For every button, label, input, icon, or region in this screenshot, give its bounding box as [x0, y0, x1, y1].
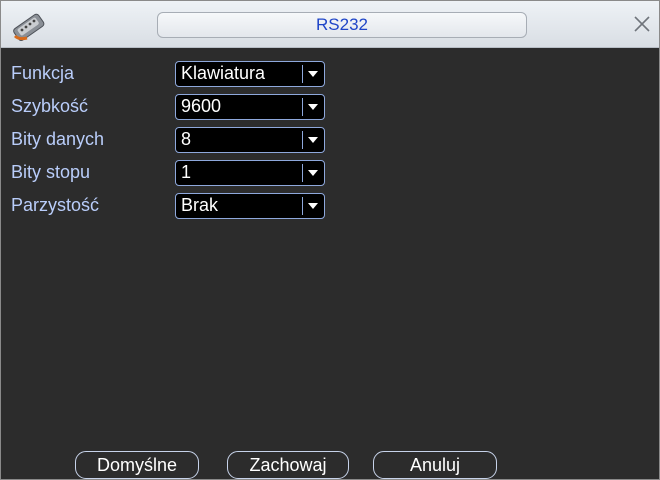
stop-bits-select[interactable]: 1 — [175, 160, 325, 186]
data-bits-value: 8 — [181, 129, 192, 149]
data-bits-select[interactable]: 8 — [175, 127, 325, 153]
parity-label: Parzystość — [11, 195, 100, 215]
form-row-parzystosc: Parzystość Brak — [1, 193, 660, 221]
data-bits-label: Bity danych — [11, 129, 105, 149]
chevron-down-icon[interactable] — [308, 104, 318, 110]
chevron-down-icon[interactable] — [308, 170, 318, 176]
parity-select[interactable]: Brak — [175, 193, 325, 219]
title-bar: RS232 — [1, 1, 659, 48]
select-divider — [302, 197, 303, 215]
form-row-szybkosc: Szybkość 9600 — [1, 94, 660, 122]
form-row-bity-danych: Bity danych 8 — [1, 127, 660, 155]
baud-rate-value: 9600 — [181, 96, 222, 116]
baud-rate-label: Szybkość — [11, 96, 89, 116]
parity-value: Brak — [181, 195, 219, 215]
close-icon[interactable] — [631, 13, 653, 35]
function-label: Funkcja — [11, 63, 75, 83]
select-divider — [302, 65, 303, 83]
select-divider — [302, 164, 303, 182]
cancel-button[interactable]: Anuluj — [373, 451, 497, 479]
chevron-down-icon[interactable] — [308, 137, 318, 143]
baud-rate-select[interactable]: 9600 — [175, 94, 325, 120]
select-divider — [302, 98, 303, 116]
dialog-title: RS232 — [316, 15, 368, 34]
chevron-down-icon[interactable] — [308, 71, 318, 77]
serial-port-icon — [13, 13, 45, 42]
save-button[interactable]: Zachowaj — [227, 451, 349, 479]
select-divider — [302, 131, 303, 149]
rs232-dialog: RS232 Funkcja Klawiatura Szybkość 9600 B… — [0, 0, 660, 480]
function-value: Klawiatura — [181, 63, 266, 83]
chevron-down-icon[interactable] — [308, 203, 318, 209]
function-select[interactable]: Klawiatura — [175, 61, 325, 87]
default-button[interactable]: Domyślne — [75, 451, 199, 479]
stop-bits-value: 1 — [181, 162, 192, 182]
form-row-bity-stopu: Bity stopu 1 — [1, 160, 660, 188]
form-row-funkcja: Funkcja Klawiatura — [1, 61, 660, 89]
stop-bits-label: Bity stopu — [11, 162, 91, 182]
